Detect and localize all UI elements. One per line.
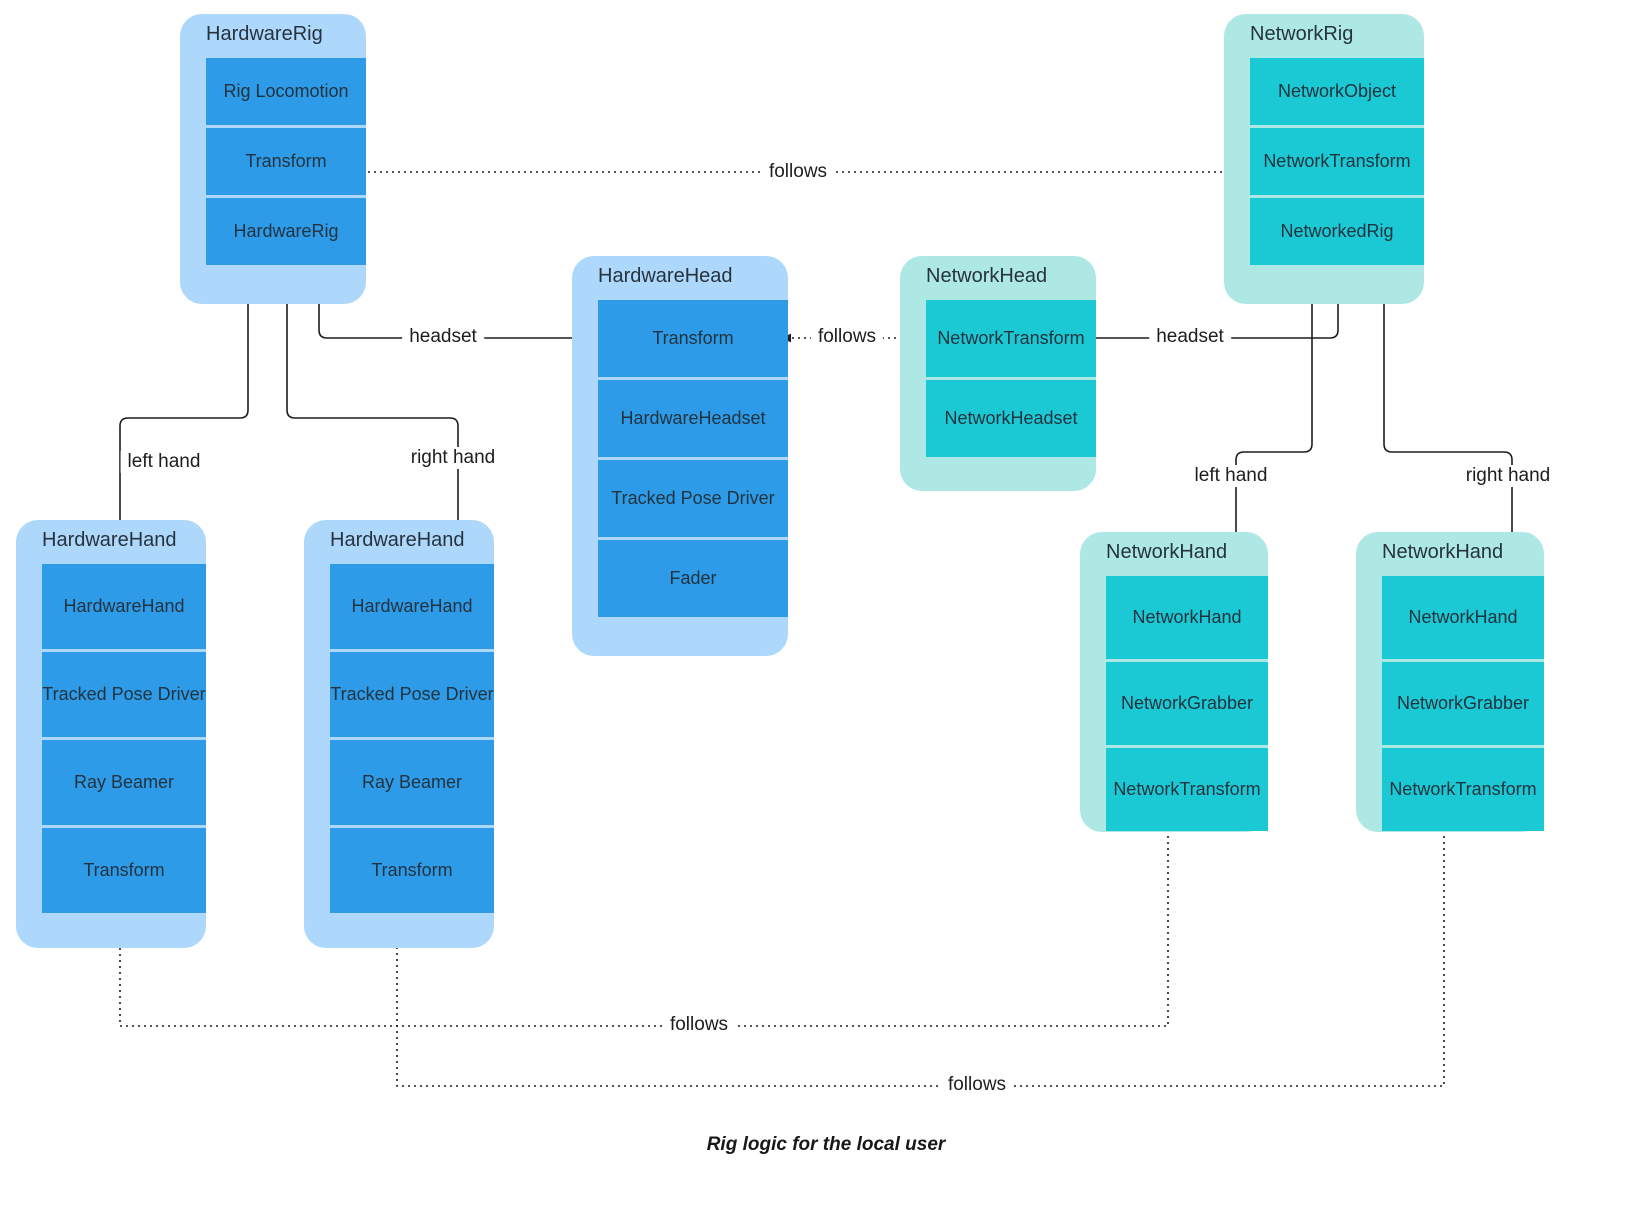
group-hardware-hand-left: HardwareHand HardwareHand Tracked Pose Dri… — [16, 520, 206, 948]
component-list-network-hand-left: NetworkHand NetworkGrabber NetworkTransfor… — [1106, 576, 1268, 834]
component-cell[interactable]: Transform — [330, 828, 494, 913]
component-cell[interactable]: NetworkTransform — [1106, 748, 1268, 831]
group-title-hardware-hand-right: HardwareHand — [330, 529, 465, 551]
component-list-hardware-hand-left: HardwareHand Tracked Pose Driver Ray Beame… — [42, 564, 206, 916]
edge-left-hand-hardware — [115, 304, 249, 543]
component-cell[interactable]: Ray Beamer — [330, 740, 494, 825]
component-cell[interactable]: Fader — [598, 540, 788, 617]
group-title-hardware-hand-left: HardwareHand — [42, 529, 177, 551]
component-cell[interactable]: NetworkHand — [1382, 576, 1544, 659]
component-cell[interactable]: Tracked Pose Driver — [42, 652, 206, 737]
component-cell[interactable]: Transform — [42, 828, 206, 913]
group-network-hand-left: NetworkHand NetworkHand NetworkGrabber Netw… — [1080, 532, 1268, 832]
component-cell[interactable]: HardwareHand — [42, 564, 206, 649]
component-list-network-rig: NetworkObject NetworkTransform NetworkedRi… — [1250, 58, 1424, 268]
component-cell[interactable]: Tracked Pose Driver — [598, 460, 788, 537]
component-cell[interactable]: Rig Locomotion — [206, 58, 366, 125]
edge-label-follows-left-hand: follows — [662, 1014, 736, 1036]
edge-label-follows-head: follows — [810, 326, 884, 348]
component-list-hardware-rig: Rig Locomotion Transform HardwareRig — [206, 58, 366, 268]
edge-label-left-hand-hw: left hand — [120, 451, 208, 473]
component-cell[interactable]: NetworkTransform — [1250, 128, 1424, 195]
edge-label-headset-hardware: headset — [402, 326, 484, 348]
component-cell[interactable]: NetworkedRig — [1250, 198, 1424, 265]
edge-follows-right-hand — [392, 806, 1445, 1087]
group-title-hardware-head: HardwareHead — [598, 265, 733, 287]
group-title-network-hand-right: NetworkHand — [1382, 541, 1504, 563]
edge-follows-left-hand — [115, 806, 1169, 1027]
group-hardware-hand-right: HardwareHand HardwareHand Tracked Pose Dri… — [304, 520, 494, 948]
group-hardware-rig: HardwareRig Rig Locomotion Transform Hardwa… — [180, 14, 366, 304]
group-network-head: NetworkHead NetworkTransform NetworkHeadse… — [900, 256, 1096, 491]
component-cell[interactable]: Transform — [598, 300, 788, 377]
component-list-network-head: NetworkTransform NetworkHeadset — [926, 300, 1096, 460]
group-title-hardware-rig: HardwareRig — [206, 23, 323, 45]
component-cell[interactable]: HardwareHeadset — [598, 380, 788, 457]
component-cell[interactable]: NetworkTransform — [1382, 748, 1544, 831]
component-list-hardware-head: Transform HardwareHeadset Tracked Pose Dri… — [598, 300, 788, 620]
component-cell[interactable]: NetworkGrabber — [1106, 662, 1268, 745]
component-cell[interactable]: HardwareHand — [330, 564, 494, 649]
edge-label-follows-rig: follows — [761, 161, 835, 183]
component-cell[interactable]: NetworkHand — [1106, 576, 1268, 659]
component-cell[interactable]: Transform — [206, 128, 366, 195]
group-hardware-head: HardwareHead Transform HardwareHeadset Trac… — [572, 256, 788, 656]
component-cell[interactable]: HardwareRig — [206, 198, 366, 265]
component-cell[interactable]: NetworkGrabber — [1382, 662, 1544, 745]
edge-label-right-hand-nw: right hand — [1458, 465, 1558, 487]
group-network-hand-right: NetworkHand NetworkHand NetworkGrabber Netw… — [1356, 532, 1544, 832]
component-cell[interactable]: NetworkObject — [1250, 58, 1424, 125]
component-cell[interactable]: NetworkTransform — [926, 300, 1096, 377]
group-network-rig: NetworkRig NetworkObject NetworkTransform N… — [1224, 14, 1424, 304]
edge-label-headset-network: headset — [1149, 326, 1231, 348]
edge-right-hand-network — [1383, 304, 1517, 557]
diagram-caption: Rig logic for the local user — [706, 1134, 946, 1155]
component-cell[interactable]: Ray Beamer — [42, 740, 206, 825]
component-cell[interactable]: NetworkHeadset — [926, 380, 1096, 457]
group-title-network-hand-left: NetworkHand — [1106, 541, 1228, 563]
edge-label-right-hand-hw: right hand — [403, 447, 503, 469]
edge-left-hand-network — [1231, 304, 1313, 557]
component-list-network-hand-right: NetworkHand NetworkGrabber NetworkTransfor… — [1382, 576, 1544, 834]
component-cell[interactable]: Tracked Pose Driver — [330, 652, 494, 737]
component-list-hardware-hand-right: HardwareHand Tracked Pose Driver Ray Beame… — [330, 564, 494, 916]
group-title-network-rig: NetworkRig — [1250, 23, 1354, 45]
edge-label-left-hand-nw: left hand — [1187, 465, 1275, 487]
edge-label-follows-right-hand: follows — [940, 1074, 1014, 1096]
group-title-network-head: NetworkHead — [926, 265, 1048, 287]
diagram-canvas: HardwareRig.Transform --> HardwareHead.T… — [0, 0, 1652, 1232]
